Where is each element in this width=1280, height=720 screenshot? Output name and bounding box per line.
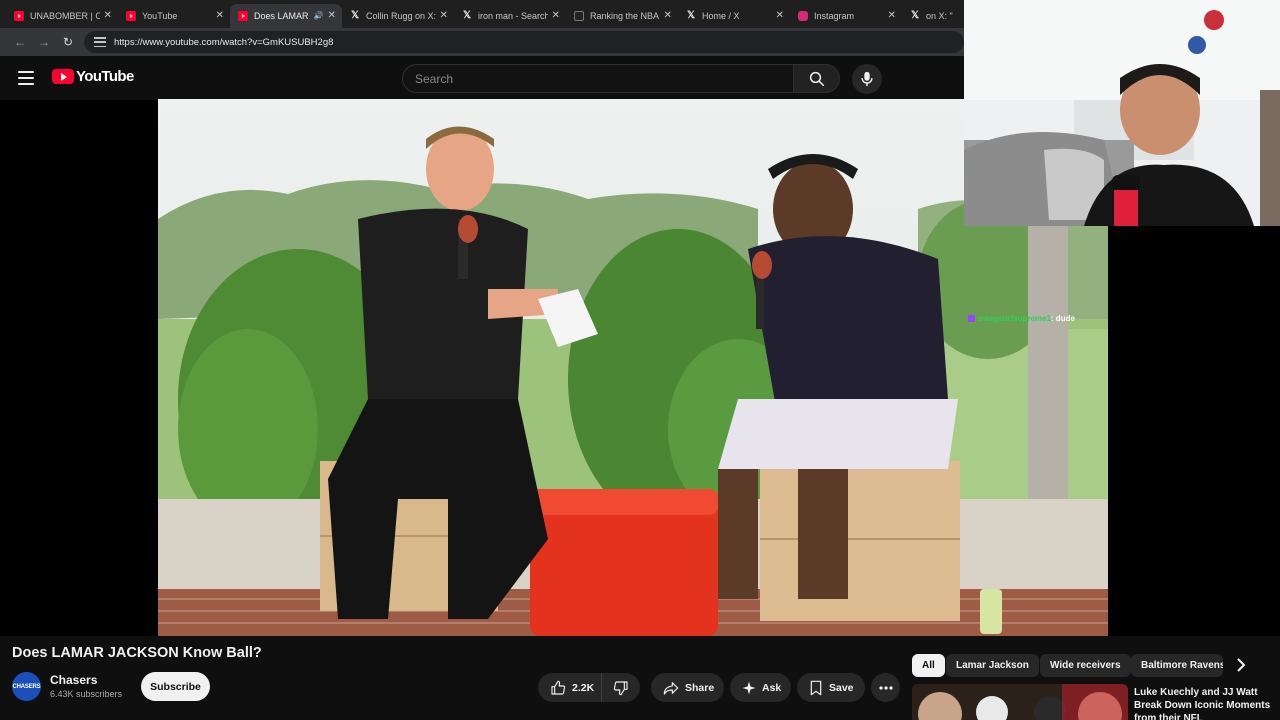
- page-margin-right: [1108, 226, 1280, 636]
- browser-tab[interactable]: 𝕏 iron man - Search ✕: [454, 4, 566, 28]
- streamer-webcam: [964, 0, 1280, 226]
- url-text: https://www.youtube.com/watch?v=GmKUSUBH…: [114, 36, 334, 48]
- save-button[interactable]: Save: [797, 673, 865, 702]
- channel-name[interactable]: Chasers: [50, 673, 97, 687]
- share-button[interactable]: Share: [651, 673, 724, 702]
- save-label: Save: [829, 681, 854, 694]
- like-dislike-group: 2.2K: [538, 673, 640, 702]
- video-title: Does LAMAR JACKSON Know Ball?: [12, 645, 262, 661]
- search-bar: Search: [402, 64, 840, 93]
- browser-tab[interactable]: 𝕏 Home / X ✕: [678, 4, 790, 28]
- youtube-logo[interactable]: YouTube: [52, 68, 134, 85]
- youtube-icon: [14, 10, 24, 21]
- browser-tab[interactable]: Instagram ✕: [790, 4, 902, 28]
- chip-lamar-jackson[interactable]: Lamar Jackson: [946, 654, 1039, 677]
- browser-tab[interactable]: UNABOMBER | Off ✕: [6, 4, 118, 28]
- more-actions-button[interactable]: [871, 673, 900, 702]
- tab-title: Does LAMAR J: [254, 10, 311, 21]
- chevron-right-icon[interactable]: [1232, 656, 1250, 674]
- site-settings-icon[interactable]: [94, 37, 106, 47]
- browser-tab-strip: UNABOMBER | Off ✕ YouTube ✕ Does LAMAR J…: [0, 0, 964, 28]
- x-icon: 𝕏: [686, 10, 696, 21]
- tab-title: iron man - Search: [478, 10, 548, 21]
- close-icon[interactable]: ✕: [888, 10, 896, 21]
- like-button[interactable]: 2.2K: [538, 673, 602, 702]
- x-icon: 𝕏: [350, 10, 360, 21]
- more-horizontal-icon: [878, 685, 893, 690]
- tab-title: Home / X: [702, 10, 740, 21]
- forward-arrow-icon[interactable]: →: [32, 32, 56, 52]
- bookmark-icon: [810, 680, 822, 695]
- youtube-icon: [126, 10, 136, 21]
- reload-icon[interactable]: ↻: [56, 32, 80, 52]
- subscriber-count: 6.43K subscribers: [50, 689, 123, 699]
- channel-avatar[interactable]: CHASERS: [12, 672, 41, 701]
- page-margin-left: [0, 100, 158, 636]
- hamburger-menu-icon[interactable]: [18, 71, 34, 85]
- voice-search-button[interactable]: [852, 64, 882, 94]
- close-icon[interactable]: ✕: [328, 10, 336, 21]
- thumbs-down-icon: [613, 680, 628, 695]
- browser-tab[interactable]: 𝕏 Collin Rugg on X: ✕: [342, 4, 454, 28]
- back-arrow-icon[interactable]: ←: [8, 32, 32, 52]
- address-bar: ← → ↻ https://www.youtube.com/watch?v=Gm…: [0, 28, 964, 56]
- close-icon[interactable]: ✕: [776, 10, 784, 21]
- instagram-icon: [798, 10, 808, 21]
- close-icon[interactable]: ✕: [664, 10, 672, 21]
- tab-title: UNABOMBER | Off: [30, 10, 100, 21]
- dislike-button[interactable]: [602, 680, 640, 696]
- tab-title: YouTube: [142, 10, 178, 21]
- search-icon: [809, 71, 824, 86]
- browser-tab[interactable]: 𝕏 on X: ": [902, 4, 962, 28]
- youtube-header: YouTube Search: [0, 56, 964, 100]
- browser-tab[interactable]: YouTube ✕: [118, 4, 230, 28]
- ask-label: Ask: [762, 681, 782, 694]
- youtube-play-icon: [52, 69, 74, 84]
- recommended-thumbnail[interactable]: [912, 684, 1128, 720]
- share-label: Share: [685, 681, 715, 694]
- stream-chat-message: swagsurfsupreme1 : dude: [968, 314, 1075, 323]
- share-icon: [663, 681, 679, 695]
- chat-text: : dude: [1050, 314, 1075, 323]
- sparkle-icon: [742, 681, 756, 694]
- logo-text: YouTube: [76, 68, 134, 85]
- chat-badge-icon: [968, 315, 975, 322]
- recommended-title[interactable]: Luke Kuechly and JJ Watt Break Down Icon…: [1134, 686, 1274, 720]
- close-icon[interactable]: ✕: [216, 10, 224, 21]
- close-icon[interactable]: ✕: [552, 10, 560, 21]
- tab-title: Collin Rugg on X:: [366, 10, 436, 21]
- tab-title: on X: ": [926, 10, 953, 21]
- x-icon: 𝕏: [910, 10, 920, 21]
- ask-button[interactable]: Ask: [730, 673, 791, 702]
- browser-tab-active[interactable]: Does LAMAR J 🔊 ✕: [230, 3, 342, 28]
- webcam-feed: [964, 0, 1280, 226]
- search-button[interactable]: [794, 64, 840, 93]
- close-icon[interactable]: ✕: [104, 10, 112, 21]
- chip-all[interactable]: All: [912, 654, 945, 677]
- url-field[interactable]: https://www.youtube.com/watch?v=GmKUSUBH…: [84, 31, 964, 53]
- speaker-icon[interactable]: 🔊: [314, 11, 324, 20]
- tab-title: Ranking the NBA: [590, 10, 660, 21]
- subscribe-button[interactable]: Subscribe: [141, 672, 210, 701]
- youtube-icon: [238, 10, 248, 21]
- tab-title: Instagram: [814, 10, 855, 21]
- x-icon: 𝕏: [462, 10, 472, 21]
- search-input[interactable]: Search: [402, 64, 794, 93]
- microphone-icon: [861, 71, 873, 87]
- close-icon[interactable]: ✕: [440, 10, 448, 21]
- thumbs-up-icon: [551, 680, 566, 695]
- chip-baltimore-ravens[interactable]: Baltimore Ravens: [1131, 654, 1223, 677]
- nba-icon: [574, 10, 584, 21]
- chip-wide-receivers[interactable]: Wide receivers: [1040, 654, 1131, 677]
- chat-username: swagsurfsupreme1: [978, 314, 1051, 323]
- like-count: 2.2K: [572, 681, 595, 694]
- browser-tab[interactable]: Ranking the NBA ✕: [566, 4, 678, 28]
